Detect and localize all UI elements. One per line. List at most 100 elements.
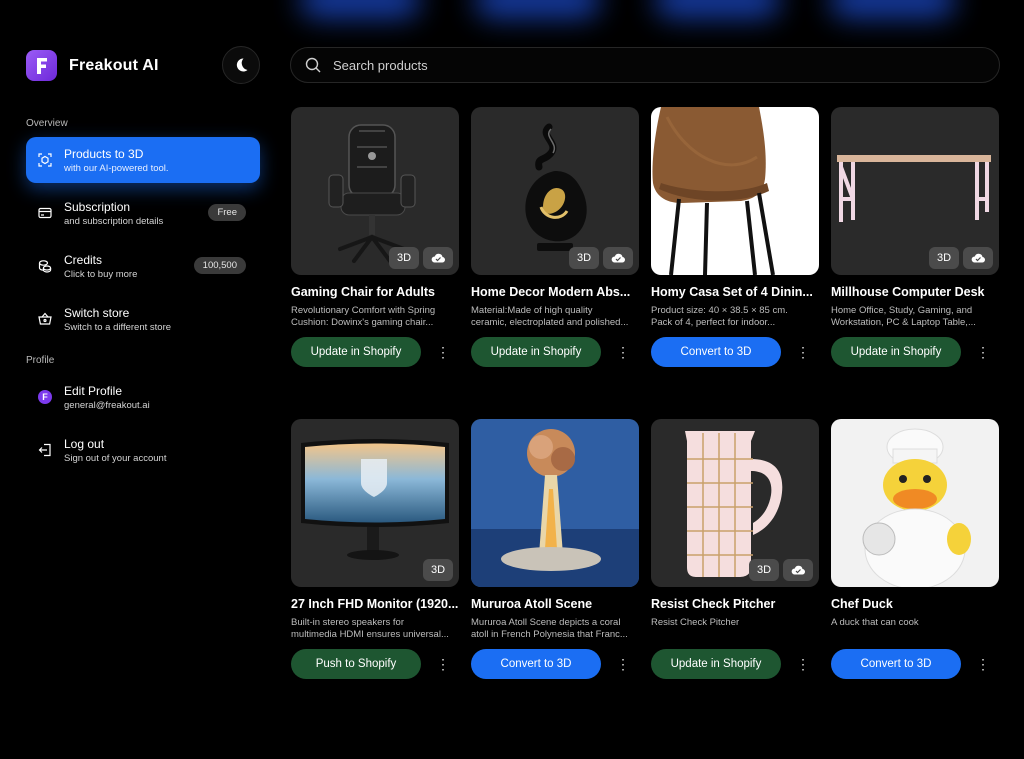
avatar: F bbox=[38, 390, 52, 404]
sidebar-item-title: Edit Profile bbox=[64, 383, 123, 398]
profile-section-label: Profile bbox=[26, 355, 55, 366]
status-badges: 3D bbox=[749, 559, 813, 581]
more-options-icon[interactable]: ⋮ bbox=[796, 654, 810, 674]
product-title: Resist Check Pitcher bbox=[651, 597, 776, 611]
convert-to-3d-button[interactable]: Convert to 3D bbox=[471, 649, 601, 679]
product-title: Homy Casa Set of 4 Dinin... bbox=[651, 285, 813, 299]
product-title: Mururoa Atoll Scene bbox=[471, 597, 593, 611]
product-description: Product size: 40 × 38.5 × 85 cm. Pack of … bbox=[651, 305, 788, 328]
sidebar-item-title: Log out bbox=[64, 436, 105, 451]
product-image[interactable]: 3D bbox=[471, 107, 639, 275]
push-to-shopify-button[interactable]: Push to Shopify bbox=[291, 649, 421, 679]
product-title: 27 Inch FHD Monitor (1920... bbox=[291, 597, 459, 611]
product-image[interactable] bbox=[471, 419, 639, 587]
sidebar-item-title: Switch store bbox=[64, 305, 130, 320]
top-glow bbox=[655, 0, 780, 18]
sidebar: Freakout AI Overview Products to 3D with… bbox=[0, 0, 280, 759]
more-options-icon[interactable]: ⋮ bbox=[976, 342, 990, 362]
brand[interactable]: Freakout AI bbox=[26, 50, 159, 81]
cloud-check-icon bbox=[423, 247, 453, 269]
product-title: Gaming Chair for Adults bbox=[291, 285, 435, 299]
product-description: Material:Made of high quality ceramic, el… bbox=[471, 305, 629, 328]
more-options-icon[interactable]: ⋮ bbox=[976, 654, 990, 674]
product-description: A duck that can cook bbox=[831, 617, 919, 628]
app-name: Freakout AI bbox=[69, 56, 159, 74]
top-glow bbox=[475, 0, 600, 18]
logout-icon bbox=[38, 443, 52, 457]
3d-badge: 3D bbox=[389, 247, 419, 269]
sidebar-item-title: Products to 3D bbox=[64, 146, 144, 161]
product-card[interactable]: 3D Home Decor Modern Abs... Material:Mad… bbox=[471, 107, 639, 367]
update-in-shopify-button[interactable]: Update in Shopify bbox=[831, 337, 961, 367]
more-options-icon[interactable]: ⋮ bbox=[616, 654, 630, 674]
top-glow bbox=[830, 0, 955, 18]
theme-toggle-button[interactable] bbox=[222, 46, 260, 84]
sidebar-item-subtitle: Sign out of your account bbox=[64, 452, 167, 464]
product-description: Revolutionary Comfort with Spring Cushion… bbox=[291, 305, 436, 328]
chef-duck-image bbox=[862, 428, 971, 587]
3d-badge: 3D bbox=[423, 559, 453, 581]
profile-email: general@freakout.ai bbox=[64, 399, 150, 411]
painting-image bbox=[471, 419, 639, 587]
search-input[interactable] bbox=[333, 57, 933, 73]
product-card[interactable]: Mururoa Atoll Scene Mururoa Atoll Scene … bbox=[471, 419, 639, 679]
product-image[interactable]: 3D bbox=[651, 419, 819, 587]
product-image[interactable]: 3D bbox=[291, 107, 459, 275]
product-card[interactable]: 3D Resist Check Pitcher Resist Check Pit… bbox=[651, 419, 819, 679]
product-description: Home Office, Study, Gaming, and Workstati… bbox=[831, 305, 976, 328]
3d-badge: 3D bbox=[749, 559, 779, 581]
update-in-shopify-button[interactable]: Update in Shopify bbox=[471, 337, 601, 367]
product-image[interactable] bbox=[831, 419, 999, 587]
product-description: Mururoa Atoll Scene depicts a coral atoll… bbox=[471, 617, 628, 640]
overview-section-label: Overview bbox=[26, 118, 68, 129]
product-card[interactable]: Homy Casa Set of 4 Dinin... Product size… bbox=[651, 107, 819, 367]
top-glow bbox=[300, 0, 420, 18]
sidebar-item-title: Subscription bbox=[64, 199, 131, 214]
update-in-shopify-button[interactable]: Update in Shopify bbox=[651, 649, 781, 679]
plan-badge: Free bbox=[208, 204, 246, 221]
search-bar[interactable] bbox=[290, 47, 1000, 83]
sidebar-item-title: Credits bbox=[64, 252, 103, 267]
more-options-icon[interactable]: ⋮ bbox=[436, 654, 450, 674]
sidebar-item-credits[interactable]: Credits Click to buy more 100,500 bbox=[26, 243, 260, 289]
cloud-check-icon bbox=[783, 559, 813, 581]
moon-icon bbox=[236, 58, 248, 72]
dining-chair-image bbox=[652, 107, 775, 275]
convert-to-3d-button[interactable]: Convert to 3D bbox=[831, 649, 961, 679]
more-options-icon[interactable]: ⋮ bbox=[436, 342, 450, 362]
coins-icon bbox=[38, 259, 52, 273]
product-image[interactable]: 3D bbox=[291, 419, 459, 587]
search-icon bbox=[305, 57, 321, 73]
sidebar-item-subtitle: and subscription details bbox=[64, 215, 164, 227]
more-options-icon[interactable]: ⋮ bbox=[796, 342, 810, 362]
sidebar-item-switch-store[interactable]: Switch store Switch to a different store bbox=[26, 296, 260, 342]
status-badges: 3D bbox=[929, 247, 993, 269]
sidebar-item-logout[interactable]: Log out Sign out of your account bbox=[26, 427, 260, 473]
sidebar-item-edit-profile[interactable]: F Edit Profile general@freakout.ai bbox=[26, 374, 260, 420]
status-badges: 3D bbox=[569, 247, 633, 269]
credit-card-icon bbox=[38, 206, 52, 220]
product-image[interactable]: 3D bbox=[831, 107, 999, 275]
sidebar-item-subscription[interactable]: Subscription and subscription details Fr… bbox=[26, 190, 260, 236]
product-card[interactable]: 3D Gaming Chair for Adults Revolutionary… bbox=[291, 107, 459, 367]
status-badges: 3D bbox=[423, 559, 453, 581]
sidebar-item-subtitle: Click to buy more bbox=[64, 268, 138, 280]
sidebar-item-products-to-3d[interactable]: Products to 3D with our AI-powered tool. bbox=[26, 137, 260, 183]
cloud-check-icon bbox=[603, 247, 633, 269]
product-title: Chef Duck bbox=[831, 597, 893, 611]
credits-badge: 100,500 bbox=[193, 257, 246, 274]
product-card[interactable]: 3D 27 Inch FHD Monitor (1920... Built-in… bbox=[291, 419, 459, 679]
product-image[interactable] bbox=[651, 107, 819, 275]
product-title: Home Decor Modern Abs... bbox=[471, 285, 631, 299]
product-card[interactable]: Chef Duck A duck that can cook Convert t… bbox=[831, 419, 999, 679]
status-badges: 3D bbox=[389, 247, 453, 269]
product-card[interactable]: 3D Millhouse Computer Desk Home Office, … bbox=[831, 107, 999, 367]
more-options-icon[interactable]: ⋮ bbox=[616, 342, 630, 362]
basket-icon bbox=[38, 312, 52, 326]
update-in-shopify-button[interactable]: Update in Shopify bbox=[291, 337, 421, 367]
product-description: Resist Check Pitcher bbox=[651, 617, 740, 628]
3d-badge: 3D bbox=[569, 247, 599, 269]
cloud-check-icon bbox=[963, 247, 993, 269]
cube-scan-icon bbox=[38, 153, 52, 167]
convert-to-3d-button[interactable]: Convert to 3D bbox=[651, 337, 781, 367]
